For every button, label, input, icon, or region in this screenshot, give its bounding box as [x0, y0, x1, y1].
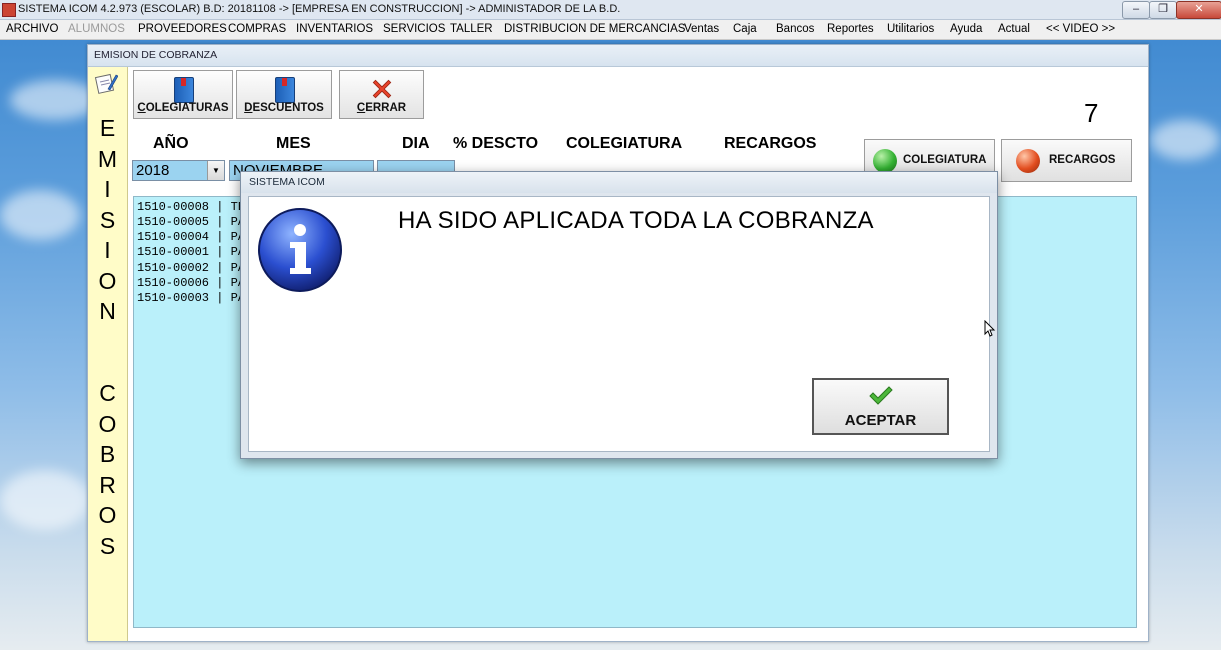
header-mes: MES — [276, 135, 311, 152]
app-icon — [2, 3, 16, 17]
recargos-status-button[interactable]: RECARGOS — [1001, 139, 1132, 182]
header-colegiatura: COLEGIATURA — [566, 135, 683, 152]
cerrar-button[interactable]: CERRAR — [339, 70, 424, 119]
menu-proveedores[interactable]: PROVEEDORES — [138, 23, 227, 35]
aceptar-label: ACEPTAR — [844, 412, 917, 429]
menu-compras[interactable]: COMPRAS — [228, 23, 286, 35]
document-pen-icon — [94, 73, 118, 94]
list-item[interactable]: 1510-00004 | PA — [137, 230, 245, 244]
list-item[interactable]: 1510-00003 | PA — [137, 291, 245, 305]
info-dialog: SISTEMA ICOM HA SIDO APLICADA TODA LA CO… — [240, 171, 998, 459]
desktop-cloud — [0, 190, 80, 240]
menu-inventarios[interactable]: INVENTARIOS — [296, 23, 373, 35]
desktop-cloud — [0, 470, 90, 530]
side-label-cobros: C O B R O S — [98, 380, 117, 559]
anio-select[interactable]: 2018 ▼ — [132, 160, 225, 181]
green-status-icon — [873, 149, 897, 173]
menu-utilitarios[interactable]: Utilitarios — [887, 23, 934, 35]
descuentos-label: DESCUENTOS — [244, 102, 324, 114]
header-anio: AÑO — [153, 135, 189, 152]
dialog-message: HA SIDO APLICADA TODA LA COBRANZA — [398, 207, 874, 234]
form-title: EMISION DE COBRANZA — [88, 45, 1148, 67]
list-item[interactable]: 1510-00008 | TE — [137, 200, 245, 214]
app-title: SISTEMA ICOM 4.2.973 (ESCOLAR) B.D: 2018… — [18, 3, 621, 15]
book-icon — [275, 77, 295, 103]
minimize-button[interactable]: – — [1122, 1, 1150, 19]
menu-archivo[interactable]: ARCHIVO — [6, 23, 58, 35]
cerrar-label: CERRAR — [356, 102, 407, 114]
mouse-cursor-icon — [984, 320, 996, 337]
checkmark-icon — [869, 386, 893, 405]
red-x-icon — [372, 79, 392, 99]
header-descto: % DESCTO — [453, 135, 539, 152]
dialog-title: SISTEMA ICOM — [241, 172, 997, 193]
menu-ventas[interactable]: Ventas — [684, 23, 719, 35]
colegiatura-status-label: COLEGIATURA — [903, 154, 987, 166]
list-item[interactable]: 1510-00002 | PA — [137, 261, 245, 275]
red-status-icon — [1016, 149, 1040, 173]
desktop-cloud — [1150, 120, 1220, 160]
aceptar-button[interactable]: ACEPTAR — [812, 378, 949, 435]
colegiaturas-button[interactable]: COLEGIATURAS — [133, 70, 233, 119]
dropdown-arrow-icon[interactable]: ▼ — [207, 161, 224, 180]
side-label-emision: E M I S I O N — [97, 115, 118, 324]
header-dia: DIA — [402, 135, 430, 152]
app-title-bar: SISTEMA ICOM 4.2.973 (ESCOLAR) B.D: 2018… — [0, 0, 1221, 20]
record-counter: 7 — [1084, 98, 1099, 128]
info-icon — [258, 208, 342, 292]
close-window-button[interactable]: ✕ — [1176, 1, 1221, 19]
book-icon — [174, 77, 194, 103]
list-item[interactable]: 1510-00001 | PA — [137, 245, 245, 259]
menu-bancos[interactable]: Bancos — [776, 23, 814, 35]
descuentos-button[interactable]: DESCUENTOS — [236, 70, 332, 119]
menu-taller[interactable]: TALLER — [450, 23, 493, 35]
menu-alumnos[interactable]: ALUMNOS — [68, 23, 125, 35]
menu-actual[interactable]: Actual — [998, 23, 1030, 35]
menu-ayuda[interactable]: Ayuda — [950, 23, 982, 35]
anio-value: 2018 — [136, 162, 170, 179]
list-item[interactable]: 1510-00005 | PA — [137, 215, 245, 229]
colegiaturas-label: COLEGIATURAS — [137, 102, 229, 114]
menu-caja[interactable]: Caja — [733, 23, 757, 35]
menu-bar: ARCHIVO ALUMNOS PROVEEDORES COMPRAS INVE… — [0, 20, 1221, 40]
maximize-button[interactable]: ❐ — [1149, 1, 1177, 19]
menu-servicios[interactable]: SERVICIOS — [383, 23, 445, 35]
recargos-status-label: RECARGOS — [1049, 154, 1116, 166]
side-banner: E M I S I O N C O B R O S — [88, 67, 128, 641]
header-recargos: RECARGOS — [724, 135, 817, 152]
menu-distribucion[interactable]: DISTRIBUCION DE MERCANCIAS — [504, 23, 685, 35]
menu-video[interactable]: << VIDEO >> — [1046, 23, 1115, 35]
list-item[interactable]: 1510-00006 | PA — [137, 276, 245, 290]
dialog-body: HA SIDO APLICADA TODA LA COBRANZA ACEPTA… — [248, 196, 990, 452]
menu-reportes[interactable]: Reportes — [827, 23, 874, 35]
